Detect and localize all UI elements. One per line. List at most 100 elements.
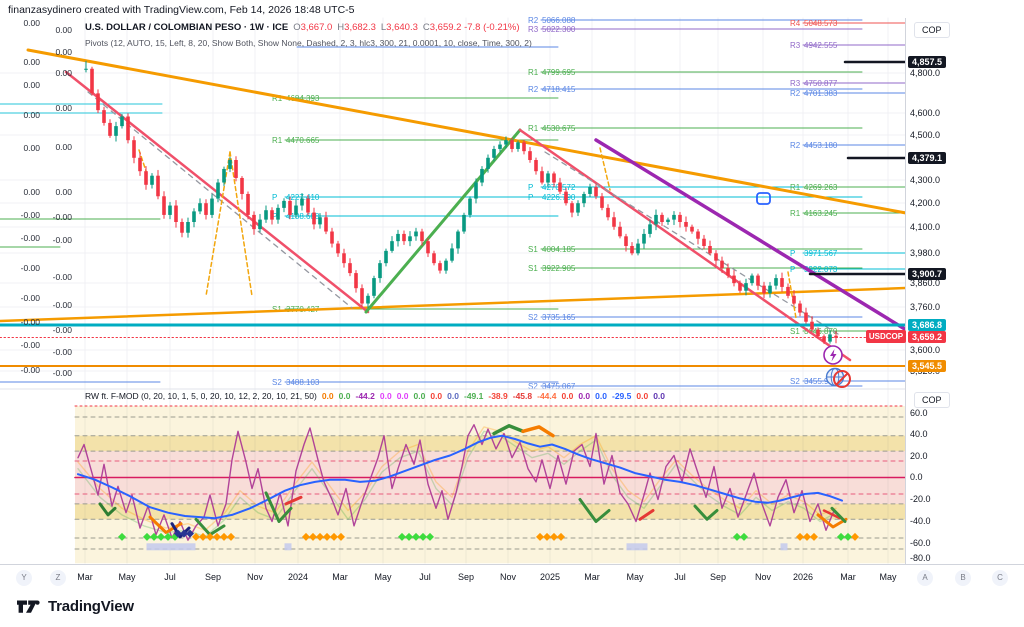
pivot-level-label: S1 [790,327,800,336]
price-axis-label: 4,100.0 [910,222,941,232]
pivot-level-value: 3735.165 [542,313,576,322]
lower-indicator-value: 0.0 [653,391,666,401]
signal-square [153,543,161,551]
pivot-level-label: R3 [790,79,801,88]
lower-indicator-value: -45.8 [512,391,533,401]
pivot-level-value: 4718.415 [542,85,576,94]
lower-indicator-value: 0.0 [430,391,443,401]
time-axis-label: Jul [164,572,176,582]
lower-indicator-value: 0.0 [396,391,409,401]
candlesticks [84,60,838,345]
currency-badge-lower[interactable]: COP [914,392,950,408]
pivot-level-label: R2 [790,89,801,98]
pivot-level-label: S2 [272,378,282,387]
pivot-level-value: 5022.300 [542,25,576,34]
lower-indicator-value: 0.0 [413,391,426,401]
chart-canvas[interactable]: R1 4684.393R1 4470.665P 4227.410P 4138.688S1… [0,0,905,564]
tradingview-chart-window: finanzasydinero created with TradingView… [0,0,1024,627]
symbol-legend[interactable]: U.S. DOLLAR / COLOMBIAN PESO · 1W · ICE O… [85,21,520,34]
time-axis-label: Mar [332,572,348,582]
pivot-level-label: R2 [790,141,801,150]
low-value: 3,640.3 [386,22,418,33]
time-axis-label: 2024 [287,572,309,582]
close-label: C [422,22,430,33]
pivot-level-value: 4470.665 [286,136,320,145]
pivot-level-label: P [272,193,277,202]
toolbar-button-c[interactable]: C [992,570,1008,586]
pivot-level-label: S1 [272,305,282,314]
currency-badge-main[interactable]: COP [914,22,950,38]
time-axis-label: Mar [77,572,93,582]
price-axis-label: 4,500.0 [910,130,941,140]
time-axis-label: May [118,572,136,582]
lower-indicator-value: -44.4 [537,391,557,401]
time-axis-label: May [879,572,897,582]
lower-indicator-value: -29.5 [611,391,632,401]
pivot-level-label: R1 [528,68,539,77]
price-badge: 4,857.5 [908,56,947,68]
signal-square [284,543,292,551]
pivot-level-label: R3 [790,41,801,50]
toolbar-button-b[interactable]: B [955,570,971,586]
lower-axis-label: -20.0 [910,494,931,504]
lower-axis-label: -60.0 [910,538,931,548]
pivot-level-value: 5048.573 [804,19,838,28]
high-value: 3,682.3 [344,22,376,33]
time-axis-label: Nov [499,572,517,582]
pivot-level-label: P [528,193,533,202]
change-value: -7.8 (-0.21%) [464,22,520,33]
price-badge: 4,379.1 [908,152,947,164]
price-axis-label: 4,600.0 [910,108,941,118]
lower-axis-label: -80.0 [910,553,931,563]
lower-axis-label: 0.0 [910,472,923,482]
lower-indicator-value: 0.0 [578,391,591,401]
pivot-level-value: 4226.790 [542,193,576,202]
tradingview-logo[interactable]: TradingView [16,598,134,615]
signal-square [633,543,641,551]
pivot-level-label: P [790,249,795,258]
pivot-level-label: P [528,183,533,192]
price-axis[interactable]: COP COP 18:48 4,800.04,600.04,500.04,300… [905,18,1024,564]
lower-indicator-value: 0.0 [561,391,574,401]
lower-indicator-value: -49.1 [464,391,484,401]
pivot-level-value: 4530.675 [542,124,576,133]
pivot-level-label: S1 [528,264,538,273]
pivot-level-value: 4004.185 [542,245,576,254]
pivot-level-value: 4750.877 [804,79,838,88]
lower-indicator-value: 0.0 [379,391,392,401]
toolbar-button-a[interactable]: A [917,570,933,586]
open-label: O [293,22,301,33]
time-axis-label: Sep [709,572,727,582]
price-badge: 3,659.2 [908,331,947,343]
signal-square [167,543,175,551]
pivot-level-label: P [790,265,795,274]
pivots-indicator-legend[interactable]: Pivots (12, AUTO, 15, Left, 8, 20, Show … [85,38,532,48]
price-axis-label: 3,600.0 [910,345,941,355]
pivot-level-value: 4163.245 [804,209,838,218]
signal-square [146,543,154,551]
lower-indicator-legend[interactable]: RW ft. F-MOD (0, 20, 10, 1, 5, 0, 20, 10… [85,391,665,401]
pivot-level-label: S2 [528,313,538,322]
toolbar-button-z[interactable]: Z [50,570,66,586]
time-axis-label: 2026 [792,572,814,582]
symbol-price-badge: USDCOP [866,330,906,343]
pivot-level-value: 4701.383 [804,89,838,98]
lower-indicator-value: 0.0 [447,391,459,401]
pivot-level-value: 4799.695 [542,68,576,77]
symbol-title[interactable]: U.S. DOLLAR / COLOMBIAN PESO · 1W · ICE [85,22,288,33]
signal-square [181,543,189,551]
pivot-level-label: R2 [528,85,539,94]
time-axis[interactable]: Mar May Jul Sep Nov 2024 Mar May Jul Sep Nov 2025 Ma… [0,564,1024,592]
pivot-level-label: R2 [528,16,539,25]
toolbar-button-y[interactable]: Y [16,570,32,586]
footer: TradingView [0,591,1024,627]
lower-axis-label: 40.0 [910,429,928,439]
lower-indicator-value: -38.9 [488,391,508,401]
lower-indicator-title[interactable]: RW ft. F-MOD (0, 20, 10, 1, 5, 0, 20, 10… [85,391,317,401]
price-badge: 3,900.7 [908,268,947,280]
pivot-level-value: 5066.088 [542,16,576,25]
price-axis-label: 4,300.0 [910,175,941,185]
signal-square [174,543,182,551]
signal-square [160,543,168,551]
pivot-level-value: 3475.067 [542,382,576,391]
